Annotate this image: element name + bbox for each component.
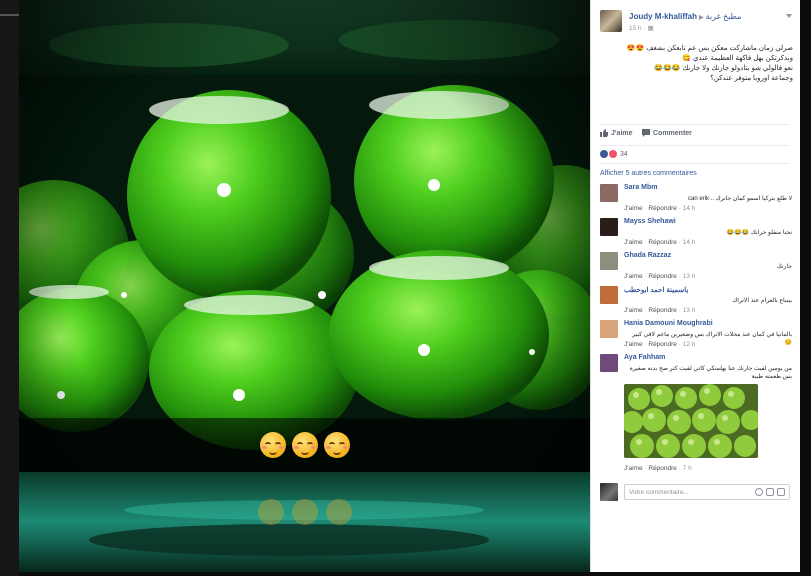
commenter-avatar[interactable]: [600, 218, 618, 236]
comment-item: Aya Fahham من يومين لقيت جارنك عنا بهلمن…: [600, 354, 792, 476]
post-text-line: وجماعة اوروبا متوفر عندكن؟: [710, 75, 793, 82]
speech-bubble-icon: [642, 129, 650, 137]
commenter-avatar[interactable]: [600, 286, 618, 304]
reaction-count: 34: [620, 150, 628, 158]
comment-label: Commenter: [653, 129, 692, 137]
like-label: J'aime: [611, 129, 633, 137]
post-text-line: وبذكرتكن بهل فاكهة العظيمة عندي 😋: [682, 55, 793, 62]
commenter-avatar[interactable]: [600, 354, 618, 372]
post-header: Joudy M-khaliffah ▶ مطبخ غربة 15 h · ▦: [600, 10, 792, 34]
comment-photo[interactable]: [624, 384, 758, 458]
comment-reply-link[interactable]: Répondre: [648, 205, 677, 212]
composer-icons: [755, 488, 785, 496]
post-actions: J'aime Commenter: [600, 124, 790, 146]
group-name[interactable]: مطبخ غربة: [706, 12, 742, 21]
author-avatar[interactable]: [600, 10, 622, 32]
comment-actions: J'aime · Répondre · 7 h: [624, 465, 692, 472]
kissing-face-icon: [323, 432, 350, 458]
caret-right-icon: ▶: [699, 15, 704, 21]
comment-reply-link[interactable]: Répondre: [648, 307, 677, 314]
commenter-avatar[interactable]: [600, 184, 618, 202]
comment-input-placeholder: Votre commentaire...: [629, 489, 689, 496]
comment-item: Ghada Razzaz جارنك J'aime · Répondre · 1…: [600, 252, 792, 284]
show-more-comments-link[interactable]: Afficher 5 autres commentaires: [600, 170, 697, 177]
kissing-face-icon: [291, 432, 318, 458]
commenter-name[interactable]: Mayss Shehawi: [624, 218, 676, 225]
post-side-panel: Joudy M-khaliffah ▶ مطبخ غربة 15 h · ▦ صرل…: [590, 0, 800, 572]
comment-time[interactable]: 12 h: [683, 341, 696, 348]
comment-button[interactable]: Commenter: [642, 129, 692, 137]
comment-actions: J'aime · Répondre · 14 h: [624, 205, 696, 212]
author-line: Joudy M-khaliffah ▶ مطبخ غربة: [629, 12, 741, 21]
green-plums-thumbnail: [624, 384, 758, 458]
commenter-avatar[interactable]: [600, 320, 618, 338]
like-reaction-icon: [600, 150, 608, 158]
comment-item: Mayss Shehawi نحنا منقلو جرانك 😂😂😂 J'aim…: [600, 218, 792, 250]
left-edge-bar: [0, 14, 19, 16]
comment-input[interactable]: Votre commentaire...: [624, 484, 790, 500]
comment-time[interactable]: 13 h: [683, 273, 696, 280]
thumbs-up-icon: [600, 129, 608, 137]
emoji-icon[interactable]: [755, 488, 763, 496]
current-user-avatar: [600, 483, 618, 501]
comment-like-link[interactable]: J'aime: [624, 205, 643, 212]
comment-item: ياسمينة احمد ابوحطب بيتباع بالعرام عند ا…: [600, 286, 792, 318]
comment-text: جارنك: [776, 264, 792, 270]
commenter-name[interactable]: Hania Damouni Moughrabi: [624, 320, 713, 327]
post-time[interactable]: 15 h: [629, 25, 642, 32]
love-reaction-icon: [608, 149, 618, 159]
comment-text: نحنا منقلو جرانك 😂😂😂: [726, 230, 792, 236]
comment-text: بيتباع بالعرام عند الاتراك: [732, 298, 792, 304]
comment-composer: Votre commentaire...: [600, 483, 790, 503]
post-text-line: صرلي زمان ماشاركت معكن بس عم تابعكن بشغف…: [626, 45, 793, 52]
photo-caption-bar: [19, 418, 590, 472]
green-plums-image: [19, 0, 590, 572]
comment-reply-link[interactable]: Répondre: [648, 273, 677, 280]
right-edge: [800, 0, 811, 576]
kissing-face-icon: [259, 432, 286, 458]
reaction-summary[interactable]: 34: [600, 149, 628, 159]
left-edge: [0, 0, 19, 576]
post-text: صرلي زمان ماشاركت معكن بس عم تابعكن بشغف…: [599, 44, 793, 84]
comment-actions: J'aime · Répondre · 13 h: [624, 307, 696, 314]
commenter-name[interactable]: Sara Mbm: [624, 184, 657, 191]
comment-item: Sara Mbm لا طلع بتركيا اسمو كمان جانرك .…: [600, 184, 792, 216]
commenter-avatar[interactable]: [600, 252, 618, 270]
camera-icon[interactable]: [766, 488, 774, 496]
post-meta: 15 h · ▦: [629, 25, 654, 32]
comment-time[interactable]: 14 h: [683, 239, 696, 246]
author-name[interactable]: Joudy M-khaliffah: [629, 12, 697, 21]
comment-reply-link[interactable]: Répondre: [648, 465, 677, 472]
comment-like-link[interactable]: J'aime: [624, 341, 643, 348]
audience-icon: ▦: [647, 25, 654, 32]
comment-like-link[interactable]: J'aime: [624, 239, 643, 246]
comment-time[interactable]: 13 h: [683, 307, 696, 314]
commenter-name[interactable]: ياسمينة احمد ابوحطب: [624, 286, 688, 294]
divider: [600, 163, 790, 164]
comment-text: لا طلع بتركيا اسمو كمان جانرك .. can eri…: [688, 196, 792, 202]
comment-reply-link[interactable]: Répondre: [648, 341, 677, 348]
post-text-line: نعو قالولي شو بتادولو جارنك ولا جارنك 😂😂…: [654, 65, 793, 72]
comment-text: من يومين لقيت جارنك عنا بهلمنكي كاتي لقي…: [629, 366, 792, 380]
comment-time[interactable]: 14 h: [683, 205, 696, 212]
comment-like-link[interactable]: J'aime: [624, 307, 643, 314]
chevron-down-icon[interactable]: [786, 14, 792, 18]
comment-actions: J'aime · Répondre · 14 h: [624, 239, 696, 246]
comment-time[interactable]: 7 h: [683, 465, 692, 472]
comment-like-link[interactable]: J'aime: [624, 465, 643, 472]
post-photo[interactable]: [19, 0, 590, 572]
comment-actions: J'aime · Répondre · 13 h: [624, 273, 696, 280]
comment-like-link[interactable]: J'aime: [624, 273, 643, 280]
comment-reply-link[interactable]: Répondre: [648, 239, 677, 246]
comment-actions: J'aime · Répondre · 12 h: [624, 341, 696, 348]
like-button[interactable]: J'aime: [600, 129, 633, 137]
sticker-icon[interactable]: [777, 488, 785, 496]
commenter-name[interactable]: Ghada Razzaz: [624, 252, 671, 259]
comment-item: Hania Damouni Moughrabi بالمانيا في كمان…: [600, 320, 792, 352]
commenter-name[interactable]: Aya Fahham: [624, 354, 665, 361]
